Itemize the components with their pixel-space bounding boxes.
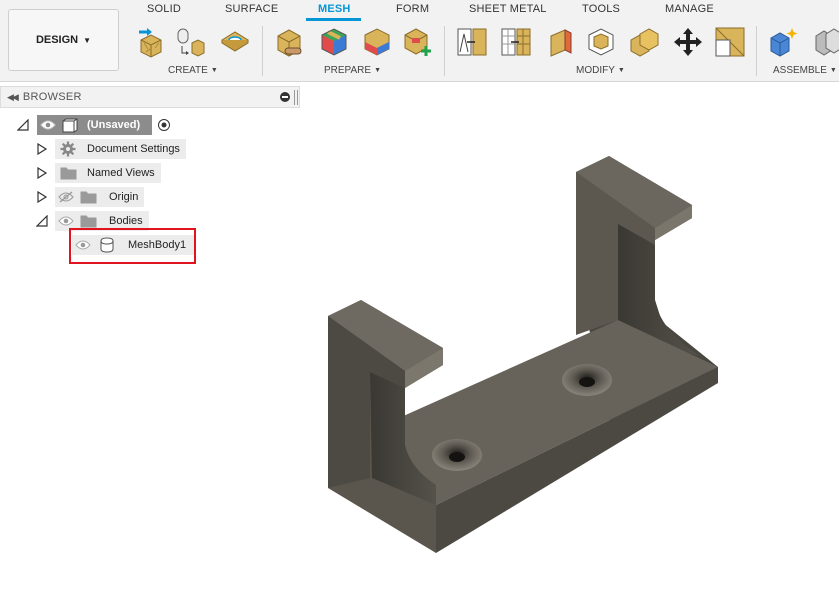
plane-cut-icon[interactable]: [456, 26, 488, 58]
expanded-triangle-icon[interactable]: [36, 215, 48, 227]
document-icon: [61, 117, 79, 133]
create-group-label[interactable]: CREATE ▼: [168, 65, 218, 76]
chevron-down-icon: ▼: [83, 35, 92, 45]
combine-face-groups-icon[interactable]: [361, 26, 393, 58]
tab-sheet-metal[interactable]: SHEET METAL: [469, 3, 547, 15]
browser-item-origin[interactable]: Origin: [55, 187, 145, 207]
eye-hidden-icon[interactable]: [57, 189, 75, 205]
collapsed-triangle-icon[interactable]: [36, 167, 48, 179]
collapse-browser-icon[interactable]: ◀◀: [7, 92, 19, 103]
browser-root-node[interactable]: (Unsaved): [37, 115, 173, 135]
toolbar: DESIGN ▼ SOLID SURFACE MESH FORM SHEET M…: [0, 0, 839, 82]
modify-group-label[interactable]: MODIFY ▼: [576, 65, 625, 76]
remesh-icon[interactable]: [500, 26, 532, 58]
expanded-triangle-icon[interactable]: [17, 119, 29, 131]
shell-icon[interactable]: [545, 26, 577, 58]
gear-icon: [59, 141, 77, 157]
activate-radio-icon[interactable]: [155, 117, 173, 133]
eye-icon[interactable]: [39, 117, 57, 133]
tab-mesh[interactable]: MESH: [318, 3, 351, 15]
canvas-viewport[interactable]: [300, 82, 839, 597]
chevron-down-icon: ▼: [210, 67, 218, 74]
collapsed-triangle-icon[interactable]: [36, 143, 48, 155]
folder-icon: [79, 213, 97, 229]
eye-icon[interactable]: [57, 213, 75, 229]
combine-icon[interactable]: [628, 26, 660, 58]
browser-title: BROWSER: [22, 91, 82, 103]
tessellate-icon[interactable]: [175, 26, 207, 58]
workspace-switcher-button[interactable]: DESIGN ▼: [8, 9, 119, 71]
minimize-icon[interactable]: [280, 92, 290, 102]
pin-handle-icon[interactable]: [294, 90, 298, 105]
active-tab-indicator: [306, 18, 361, 21]
move-copy-icon[interactable]: [672, 26, 704, 58]
assemble-group-label[interactable]: ASSEMBLE ▼: [773, 65, 837, 76]
joint-icon[interactable]: [812, 26, 839, 58]
tab-surface[interactable]: SURFACE: [225, 3, 278, 15]
chevron-down-icon: ▼: [829, 67, 837, 74]
generate-add-icon[interactable]: [402, 26, 434, 58]
browser-item-named-views[interactable]: Named Views: [55, 163, 161, 183]
browser-header: ◀◀ BROWSER: [0, 86, 300, 108]
root-label: (Unsaved): [87, 119, 141, 131]
tab-manage[interactable]: MANAGE: [665, 3, 714, 15]
workspace-label: DESIGN: [35, 34, 79, 46]
prepare-group-label[interactable]: PREPARE ▼: [324, 65, 381, 76]
collapsed-triangle-icon[interactable]: [36, 191, 48, 203]
scale-icon[interactable]: [714, 26, 746, 58]
chevron-down-icon: ▼: [617, 67, 625, 74]
generate-face-groups-icon[interactable]: [318, 26, 350, 58]
insert-mesh-icon[interactable]: [135, 26, 167, 58]
offset-icon[interactable]: [585, 26, 617, 58]
folder-icon: [79, 189, 97, 205]
selection-highlight-box: [69, 228, 196, 264]
new-component-icon[interactable]: [768, 26, 800, 58]
tab-solid[interactable]: SOLID: [147, 3, 181, 15]
folder-icon: [59, 165, 77, 181]
repair-icon[interactable]: [273, 26, 305, 58]
browser-item-document-settings[interactable]: Document Settings: [55, 139, 186, 159]
tab-tools[interactable]: TOOLS: [582, 3, 620, 15]
mesh-model[interactable]: [300, 82, 839, 597]
tab-form[interactable]: FORM: [396, 3, 429, 15]
chevron-down-icon: ▼: [374, 67, 381, 74]
create-face-group-icon[interactable]: [219, 26, 251, 58]
